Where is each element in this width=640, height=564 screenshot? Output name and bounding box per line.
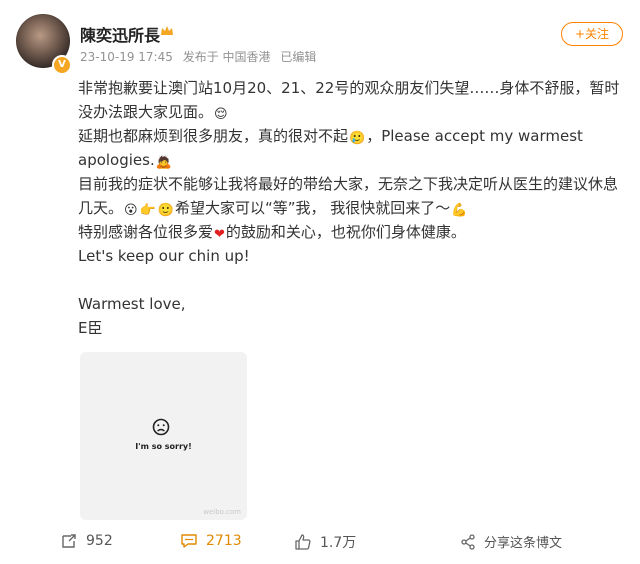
action-bar: 952 2713 1.7万 分享这条博文 [0, 526, 640, 556]
post-line-text: 没办法跟大家见面。 [78, 103, 214, 121]
post-timestamp[interactable]: 23-10-19 17:45 [80, 50, 173, 64]
image-caption: I'm so sorry! [135, 442, 192, 451]
post-line-text: 希望大家可以“等”我， 我很快就回来了～ [174, 199, 451, 217]
post-line-text: 延期也都麻烦到很多朋友，真的很对不起 [78, 127, 349, 145]
comment-icon [181, 534, 197, 548]
share-label: 分享这条博文 [484, 536, 563, 551]
post-line: apologies.🙇 [78, 148, 634, 172]
sad-face-icon [152, 418, 170, 436]
surprised-face-icon: 😮 [124, 203, 138, 218]
comment-button[interactable]: 2713 [180, 532, 242, 550]
smiling-face-icon: 🙂 [157, 203, 174, 218]
flexed-biceps-icon: 💪 [451, 203, 468, 218]
username[interactable]: 陳奕迅所長 [80, 22, 160, 46]
post-line: 非常抱歉要让澳门站10月20、21、22号的观众朋友们失望……身体不舒服，暂时 [78, 79, 620, 97]
post-meta: 23-10-19 17:45 发布于 中国香港 已编辑 [80, 48, 322, 65]
post-line: 几天。😮 👉 🙂希望大家可以“等”我， 我很快就回来了～💪 [78, 196, 634, 220]
post-line-text: 几天。 [78, 199, 124, 217]
post-image[interactable]: I'm so sorry! weibo.com [80, 352, 247, 520]
post-source: 发布于 中国香港 [182, 50, 271, 64]
bowing-person-icon: 🙇 [155, 155, 172, 170]
post-line: 目前我的症状不能够让我将最好的带给大家，无奈之下我决定听从医生的建议休息 [78, 175, 619, 193]
post-line: 延期也都麻烦到很多朋友，真的很对不起🥲，Please accept my war… [78, 124, 634, 148]
like-button[interactable]: 1.7万 [294, 532, 356, 552]
post-line: Let's keep our chin up! [78, 247, 250, 265]
repost-button[interactable]: 952 [60, 532, 113, 550]
share-icon [461, 533, 475, 550]
comment-count: 2713 [206, 533, 242, 549]
pointing-hand-icon: 👉 [139, 203, 156, 218]
vip-crown-icon [161, 26, 173, 35]
post-line: E臣 [78, 319, 103, 337]
verified-badge-icon: V [52, 55, 72, 75]
post-line-text: apologies. [78, 151, 155, 169]
post-line-text: 特别感谢各位很多爱 [78, 223, 214, 241]
repost-count: 952 [86, 533, 113, 549]
like-count: 1.7万 [320, 535, 357, 551]
share-button[interactable]: 分享这条博文 [460, 532, 562, 551]
post-line-text: ，Please accept my warmest [366, 127, 583, 145]
repost-icon [62, 534, 76, 548]
thumbs-up-icon [295, 534, 311, 550]
sad-face-icon: 🥲 [349, 131, 366, 146]
relieved-face-icon: 😌 [214, 107, 228, 122]
edited-label[interactable]: 已编辑 [280, 50, 316, 64]
post-line: 没办法跟大家见面。😌 [78, 100, 634, 124]
red-heart-icon: ❤ [214, 227, 225, 242]
follow-button[interactable]: +关注 [561, 22, 623, 46]
post-text: 非常抱歉要让澳门站10月20、21、22号的观众朋友们失望……身体不舒服，暂时 … [78, 76, 634, 340]
image-watermark: weibo.com [203, 508, 241, 516]
post-line: Warmest love, [78, 295, 186, 313]
post-line: 特别感谢各位很多爱❤的鼓励和关心，也祝你们身体健康。 [78, 220, 634, 244]
post-line-text: 的鼓励和关心，也祝你们身体健康。 [225, 223, 466, 241]
